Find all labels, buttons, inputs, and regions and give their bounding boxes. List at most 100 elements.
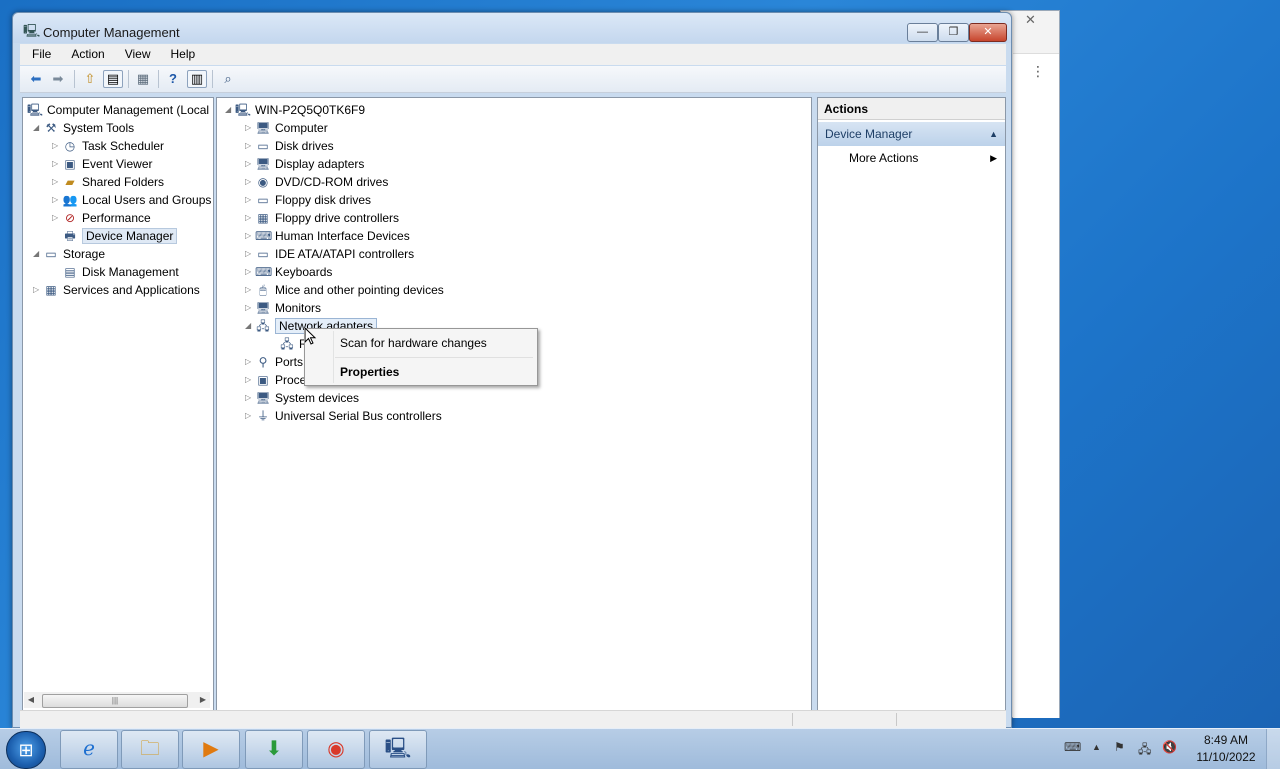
scroll-right-icon[interactable]: ▶ xyxy=(196,692,210,708)
clock-time[interactable]: 8:49 AM xyxy=(1196,733,1256,747)
menu-file[interactable]: File xyxy=(24,44,59,65)
console-tree[interactable]: 🖳 Computer Management (Local ◢ ⚒ System Too… xyxy=(22,97,214,711)
collapsed-arrow-icon[interactable]: ▷ xyxy=(245,191,255,209)
collapsed-arrow-icon[interactable]: ▷ xyxy=(245,209,255,227)
tree-item-task-scheduler[interactable]: ▷ ◷ Task Scheduler xyxy=(52,136,164,154)
chrome-icon[interactable]: ◉ xyxy=(307,730,365,769)
back-arrow-icon[interactable]: ⬅ xyxy=(26,70,46,88)
browser-content xyxy=(1013,53,1059,718)
menu-action[interactable]: Action xyxy=(63,44,112,65)
collapsed-arrow-icon[interactable]: ▷ xyxy=(245,389,255,407)
maximize-button[interactable]: ❐ xyxy=(938,23,969,42)
device-tree-root[interactable]: ◢ 🖳 WIN-P2Q5Q0TK6F9 xyxy=(225,100,365,118)
expanded-arrow-icon[interactable]: ◢ xyxy=(33,119,43,137)
help-icon[interactable]: ? xyxy=(163,70,183,88)
show-desktop-button[interactable] xyxy=(1266,729,1280,769)
collapsed-arrow-icon[interactable]: ▷ xyxy=(52,191,62,209)
downloader-icon[interactable]: ⬇ xyxy=(245,730,303,769)
expanded-arrow-icon[interactable]: ◢ xyxy=(245,317,255,335)
device-category[interactable]: ▷ 🖱 Mice and other pointing devices xyxy=(245,280,444,298)
menu-view[interactable]: View xyxy=(117,44,159,65)
properties-icon[interactable]: ▦ xyxy=(133,70,153,88)
minimize-button[interactable]: — xyxy=(907,23,938,42)
clock-date[interactable]: 11/10/2022 xyxy=(1190,750,1262,764)
device-tree-pane[interactable]: ◢ 🖳 WIN-P2Q5Q0TK6F9 ▷ 🖥 Computer ▷ ▭ Disk driv… xyxy=(216,97,812,711)
scan-hardware-icon[interactable]: ⌕ xyxy=(218,70,238,88)
tree-item-event-viewer[interactable]: ▷ ▣ Event Viewer xyxy=(52,154,152,172)
internet-explorer-icon[interactable]: ℯ xyxy=(60,730,118,769)
properties-item[interactable]: Properties xyxy=(340,361,399,383)
start-button[interactable]: ⊞ xyxy=(6,731,46,769)
menu-separator xyxy=(335,357,533,358)
collapsed-arrow-icon[interactable]: ▷ xyxy=(245,353,255,371)
device-category[interactable]: ▷ ⚲ Ports xyxy=(245,352,303,370)
device-category[interactable]: ▷ ▭ Floppy disk drives xyxy=(245,190,371,208)
device-category[interactable]: ▷ 🖥 Computer xyxy=(245,118,328,136)
collapsed-arrow-icon[interactable]: ▷ xyxy=(245,119,255,137)
keyboard-icon[interactable]: ⌨ xyxy=(1064,740,1081,754)
device-category[interactable]: ▷ 🖥 Display adapters xyxy=(245,154,364,172)
collapsed-arrow-icon[interactable]: ▷ xyxy=(245,137,255,155)
action-center-flag-icon[interactable]: ⚑ xyxy=(1114,740,1125,754)
collapsed-arrow-icon[interactable]: ▷ xyxy=(245,299,255,317)
device-category[interactable]: ▷ ⌨ Keyboards xyxy=(245,262,332,280)
tree-item-services-applications[interactable]: ▷ ▦ Services and Applications xyxy=(33,280,200,298)
collapsed-arrow-icon[interactable]: ▷ xyxy=(52,155,62,173)
tree-item-computer-management[interactable]: 🖳 Computer Management (Local xyxy=(27,100,209,118)
actions-group-device-manager[interactable]: Device Manager ▲ xyxy=(818,122,1005,146)
collapsed-arrow-icon[interactable]: ▷ xyxy=(245,281,255,299)
device-category[interactable]: ▷ ⌨ Human Interface Devices xyxy=(245,226,410,244)
forward-arrow-icon[interactable]: ➡ xyxy=(48,70,68,88)
tree-item-shared-folders[interactable]: ▷ ▰ Shared Folders xyxy=(52,172,164,190)
device-category[interactable]: ▷ ▦ Floppy drive controllers xyxy=(245,208,399,226)
collapsed-arrow-icon[interactable]: ▷ xyxy=(245,173,255,191)
scroll-left-icon[interactable]: ◀ xyxy=(24,692,38,708)
tree-item-device-manager[interactable]: 🖶 Device Manager xyxy=(62,226,178,244)
show-hidden-icons-icon[interactable]: ▲ xyxy=(1092,742,1101,752)
tree-item-performance[interactable]: ▷ ⊘ Performance xyxy=(52,208,151,226)
tree-item-local-users[interactable]: ▷ 👥 Local Users and Groups xyxy=(52,190,211,208)
device-category[interactable]: ▷ ▭ IDE ATA/ATAPI controllers xyxy=(245,244,414,262)
tree-item-disk-management[interactable]: ▤ Disk Management xyxy=(62,262,178,280)
device-category[interactable]: ▷ 🖥 System devices xyxy=(245,388,359,406)
scan-for-hardware-changes-item[interactable]: Scan for hardware changes xyxy=(340,332,487,354)
up-folder-icon[interactable]: ⇧ xyxy=(80,70,100,88)
menu-help[interactable]: Help xyxy=(163,44,204,65)
show-hide-action-pane-icon[interactable]: ▥ xyxy=(187,70,207,88)
collapsed-arrow-icon[interactable]: ▷ xyxy=(33,281,43,299)
collapsed-arrow-icon[interactable]: ▷ xyxy=(245,155,255,173)
collapsed-arrow-icon[interactable]: ▷ xyxy=(245,263,255,281)
device-category[interactable]: ▷ ◉ DVD/CD-ROM drives xyxy=(245,172,388,190)
collapsed-arrow-icon[interactable]: ▷ xyxy=(245,227,255,245)
expanded-arrow-icon[interactable]: ◢ xyxy=(225,101,235,119)
toolbar-separator xyxy=(128,70,129,88)
device-category[interactable]: ▷ ⏚ Universal Serial Bus controllers xyxy=(245,406,442,424)
expanded-arrow-icon[interactable]: ◢ xyxy=(33,245,43,263)
media-player-icon[interactable]: ▶ xyxy=(182,730,240,769)
tree-item-storage[interactable]: ◢ ▭ Storage xyxy=(33,244,105,262)
collapsed-arrow-icon[interactable]: ▷ xyxy=(245,407,255,425)
collapse-up-icon[interactable]: ▲ xyxy=(989,122,998,146)
computer-management-taskbar-icon[interactable]: 🖳 xyxy=(369,730,427,769)
tree-item-system-tools[interactable]: ◢ ⚒ System Tools xyxy=(33,118,134,136)
collapsed-arrow-icon[interactable]: ▷ xyxy=(52,137,62,155)
network-icon[interactable]: 🖧 xyxy=(1138,740,1151,761)
collapsed-arrow-icon[interactable]: ▷ xyxy=(245,371,255,389)
title-bar[interactable]: 🖳 Computer Management — ❐ ✕ xyxy=(13,13,1011,43)
collapsed-arrow-icon[interactable]: ▷ xyxy=(52,173,62,191)
more-options-icon[interactable]: ⋮ xyxy=(1031,63,1045,80)
actions-header: Actions xyxy=(818,98,1005,120)
scroll-thumb[interactable]: ||| xyxy=(42,694,188,708)
more-actions-item[interactable]: More Actions ▶ xyxy=(849,148,999,168)
device-category[interactable]: ▷ ▭ Disk drives xyxy=(245,136,334,154)
volume-muted-icon[interactable]: 🔇 xyxy=(1162,740,1177,754)
collapsed-arrow-icon[interactable]: ▷ xyxy=(52,209,62,227)
close-icon[interactable]: ✕ xyxy=(1025,12,1036,28)
show-hide-console-tree-icon[interactable]: ▤ xyxy=(103,70,123,88)
device-category[interactable]: ▷ ▣ Proce xyxy=(245,370,306,388)
file-explorer-icon[interactable]: 🗀 xyxy=(121,730,179,769)
collapsed-arrow-icon[interactable]: ▷ xyxy=(245,245,255,263)
close-button[interactable]: ✕ xyxy=(969,23,1007,42)
device-category[interactable]: ▷ 🖥 Monitors xyxy=(245,298,321,316)
horizontal-scrollbar[interactable]: ◀ ||| ▶ xyxy=(24,692,210,708)
